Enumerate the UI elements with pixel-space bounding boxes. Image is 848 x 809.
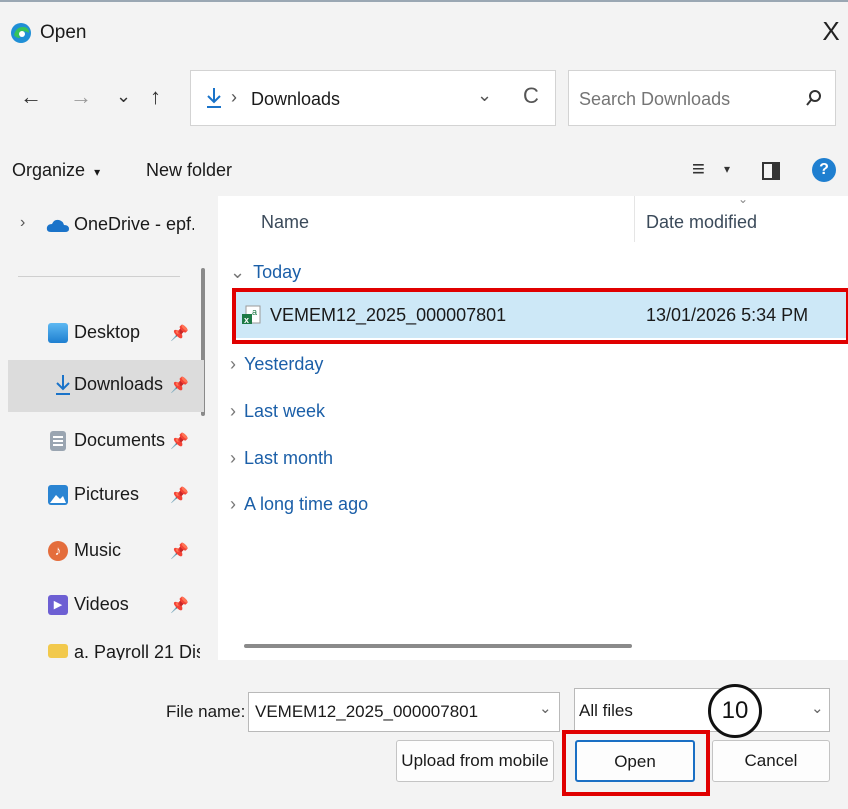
pictures-icon — [48, 485, 68, 505]
horizontal-scrollbar[interactable] — [244, 644, 632, 648]
up-button[interactable]: ↑ — [150, 84, 161, 110]
pin-icon: 📌 — [170, 543, 189, 560]
sidebar-item-documents[interactable]: Documents 📌 — [0, 416, 200, 468]
highlight-selected-file — [232, 288, 848, 344]
sidebar-item-downloads[interactable]: Downloads 📌 — [8, 360, 204, 412]
refresh-button[interactable]: C — [523, 83, 539, 109]
breadcrumb-downloads[interactable]: Downloads — [251, 89, 340, 110]
cancel-button[interactable]: Cancel — [712, 740, 830, 782]
group-today[interactable]: ⌄ Today — [230, 262, 301, 283]
search-box[interactable] — [568, 70, 836, 126]
sidebar-item-payroll-folder[interactable]: a. Payroll 21 Dis — [0, 636, 200, 660]
window-title: Open — [40, 22, 87, 43]
navigation-pane: › OneDrive - epf.g Desktop 📌 Downloads 📌… — [0, 196, 218, 660]
organize-label: Organize — [12, 160, 86, 180]
view-menu-icon[interactable]: ≡ — [692, 156, 705, 182]
forward-button[interactable]: → — [70, 84, 92, 110]
file-type-dropdown-icon[interactable]: ⌄ — [811, 699, 824, 717]
organize-caret-icon: ▾ — [94, 165, 101, 179]
column-header-name[interactable]: Name — [261, 212, 309, 233]
sort-chevron-icon: ⌄ — [738, 192, 749, 206]
file-name-field[interactable]: VEMEM12_2025_000007801 ⌄ — [248, 692, 560, 732]
file-name-dropdown-icon[interactable]: ⌄ — [539, 699, 552, 717]
search-input[interactable] — [577, 83, 791, 115]
edge-browser-icon — [11, 23, 31, 43]
highlight-open-button — [562, 730, 710, 796]
documents-icon — [50, 431, 66, 451]
file-list: Name ⌄ Date modified ⌄ Today x a VEMEM12_… — [218, 192, 848, 660]
file-name-label: File name: — [166, 702, 246, 721]
pin-icon: 📌 — [170, 377, 189, 394]
close-button[interactable]: X — [818, 16, 844, 47]
open-file-dialog: Open X ← → ⌄ ↑ › Downloads ⌄ C Organize … — [0, 0, 848, 809]
group-yesterday[interactable]: › Yesterday — [230, 354, 323, 375]
group-last-month[interactable]: › Last month — [230, 448, 333, 469]
address-bar[interactable]: › Downloads ⌄ C — [190, 70, 556, 126]
sidebar-item-onedrive[interactable]: OneDrive - epf.g — [74, 214, 194, 235]
videos-icon: ▶ — [48, 595, 68, 615]
download-icon — [207, 88, 221, 108]
organize-button[interactable]: Organize ▾ — [12, 160, 100, 181]
sidebar-item-desktop[interactable]: Desktop 📌 — [0, 308, 200, 360]
title-bar: Open X — [0, 0, 848, 64]
column-divider — [634, 196, 635, 242]
recent-locations-button[interactable]: ⌄ — [116, 86, 131, 107]
back-button[interactable]: ← — [20, 84, 42, 110]
file-type-value: All files — [579, 701, 633, 720]
group-long-time-ago[interactable]: › A long time ago — [230, 494, 368, 515]
onedrive-cloud-icon — [46, 219, 69, 232]
upload-from-mobile-button[interactable]: Upload from mobile — [396, 740, 554, 782]
file-type-select[interactable]: All files ⌄ — [574, 688, 830, 732]
step-number-badge: 10 — [708, 684, 762, 738]
desktop-icon — [48, 323, 68, 343]
pin-icon: 📌 — [170, 325, 189, 342]
help-button[interactable]: ? — [812, 158, 836, 182]
sidebar-item-music[interactable]: ♪ Music 📌 — [0, 526, 200, 578]
breadcrumb-separator: › — [231, 87, 237, 107]
onedrive-expand-icon[interactable]: › — [20, 214, 25, 232]
command-bar: Organize ▾ New folder ≡ ▾ ? — [0, 146, 848, 196]
view-caret-icon[interactable]: ▾ — [724, 162, 730, 176]
bottom-panel: File name: VEMEM12_2025_000007801 ⌄ All … — [0, 660, 848, 809]
pin-icon: 📌 — [170, 433, 189, 450]
sidebar-item-pictures[interactable]: Pictures 📌 — [0, 470, 200, 522]
pin-icon: 📌 — [170, 597, 189, 614]
search-icon[interactable] — [805, 89, 823, 107]
address-dropdown-button[interactable]: ⌄ — [477, 85, 492, 106]
download-icon — [56, 375, 70, 395]
folder-icon — [48, 644, 68, 658]
new-folder-button[interactable]: New folder — [146, 160, 232, 181]
preview-pane-button[interactable] — [762, 162, 780, 180]
file-name-value: VEMEM12_2025_000007801 — [255, 702, 479, 721]
pin-icon: 📌 — [170, 487, 189, 504]
group-last-week[interactable]: › Last week — [230, 401, 325, 422]
sidebar-item-videos[interactable]: ▶ Videos 📌 — [0, 580, 200, 632]
music-icon: ♪ — [48, 541, 68, 561]
sidebar-divider — [18, 276, 180, 277]
column-header-date-modified[interactable]: Date modified — [646, 212, 757, 233]
